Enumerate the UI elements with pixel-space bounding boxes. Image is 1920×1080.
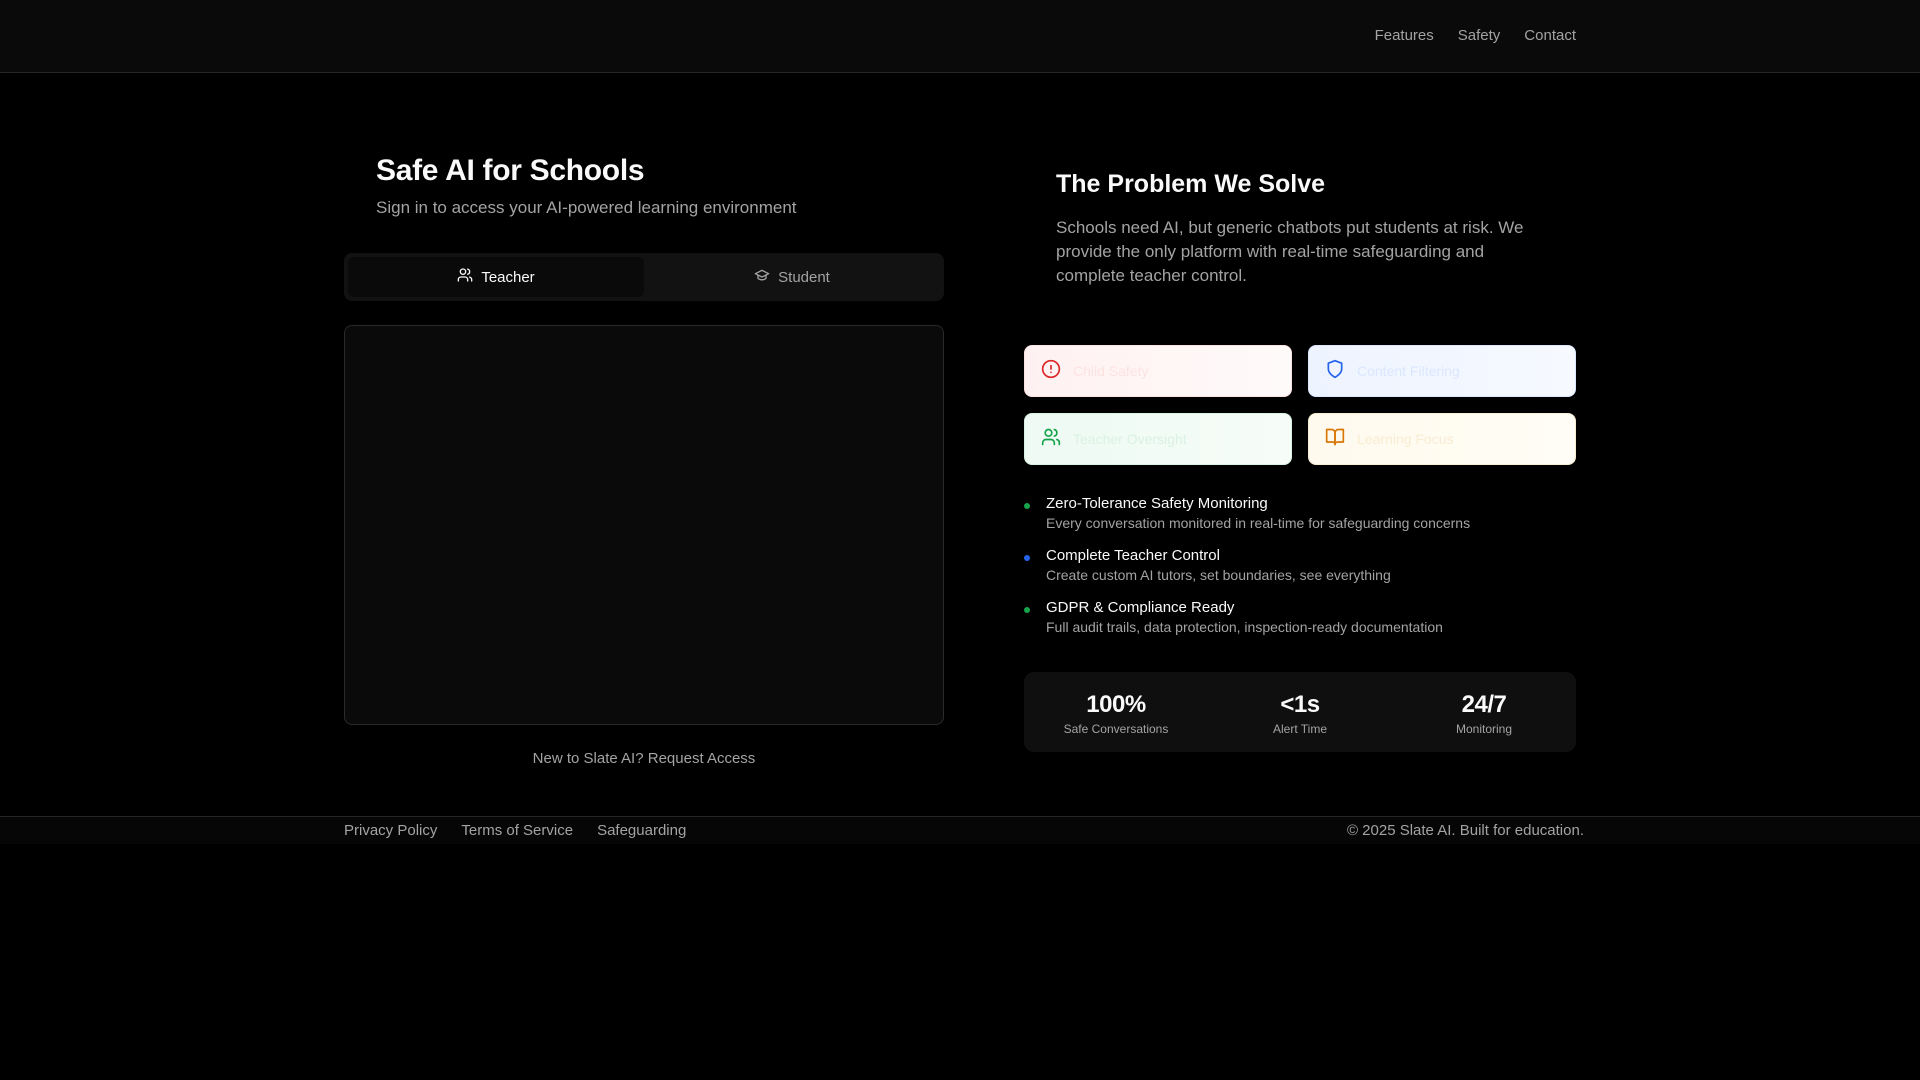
footer-links: Privacy Policy Terms of Service Safeguar… [344,822,686,839]
feature-title: GDPR & Compliance Ready [1046,599,1235,616]
copyright-text: © 2025 Slate AI. Built for education. [1346,822,1584,839]
problem-title: The Problem We Solve [1056,170,1326,198]
shield-icon [1325,359,1345,384]
card-label: Learning Focus [1357,431,1454,447]
page-subtitle: Sign in to access your AI-powered learni… [376,198,797,217]
feature-desc: Create custom AI tutors, set boundaries,… [1046,567,1391,583]
list-item: GDPR & Compliance Ready Full audit trail… [1024,599,1576,643]
main-nav: Features Safety Contact [1375,26,1576,46]
top-header: Features Safety Contact [0,0,1920,73]
stats-panel: 100% Safe Conversations <1s Alert Time 2… [1024,672,1576,752]
feature-desc: Every conversation monitored in real-tim… [1046,515,1471,531]
users-icon [457,267,473,287]
users-icon [1041,427,1061,452]
card-label: Teacher Oversight [1073,431,1187,447]
tab-teacher[interactable]: Teacher [348,257,644,297]
tab-student[interactable]: Student [644,257,940,297]
nav-contact-link[interactable]: Contact [1524,26,1576,46]
stat-value: <1s [1280,691,1320,718]
nav-safety-link[interactable]: Safety [1458,26,1501,46]
footer-terms-link[interactable]: Terms of Service [461,822,573,839]
stat-label: Monitoring [1455,722,1513,736]
sign-in-panel [344,325,944,725]
feature-title: Complete Teacher Control [1046,547,1220,564]
book-open-icon [1325,427,1345,452]
list-item: Complete Teacher Control Create custom A… [1024,547,1576,591]
page-title: Safe AI for Schools [376,154,645,187]
role-tabs: Teacher Student [344,253,944,301]
bullet-dot-icon [1024,607,1030,613]
request-access-link[interactable]: Request Access [648,750,756,767]
request-access-prefix: New to Slate AI? [532,750,644,767]
tab-teacher-label: Teacher [481,268,535,286]
request-access-line: New to Slate AI? Request Access [344,750,944,767]
list-item: Zero-Tolerance Safety Monitoring Every c… [1024,495,1576,539]
alert-circle-icon [1041,359,1061,384]
card-content-filtering: Content Filtering [1308,345,1576,397]
footer-safeguarding-link[interactable]: Safeguarding [597,822,686,839]
app-root: Features Safety Contact Safe AI for Scho… [0,0,1920,1080]
bullet-dot-icon [1024,503,1030,509]
card-learning-focus: Learning Focus [1308,413,1576,465]
stat-label: Alert Time [1272,722,1327,736]
card-label: Child Safety [1073,363,1149,379]
feature-desc: Full audit trails, data protection, insp… [1046,619,1443,635]
tab-student-label: Student [778,268,830,286]
footer-privacy-link[interactable]: Privacy Policy [344,822,437,839]
card-label: Content Filtering [1357,363,1460,379]
graduation-cap-icon [754,267,770,287]
card-child-safety: Child Safety [1024,345,1292,397]
stat-value: 24/7 [1461,691,1507,718]
stat-alert-time: <1s Alert Time [1208,672,1392,752]
page-footer: Privacy Policy Terms of Service Safeguar… [0,816,1920,844]
stat-label: Safe Conversations [1063,722,1169,736]
stat-safe-conversations: 100% Safe Conversations [1024,672,1208,752]
stat-value: 100% [1086,691,1146,718]
feature-title: Zero-Tolerance Safety Monitoring [1046,495,1268,512]
nav-features-link[interactable]: Features [1375,26,1434,46]
card-teacher-oversight: Teacher Oversight [1024,413,1292,465]
bullet-dot-icon [1024,555,1030,561]
problem-text: Schools need AI, but generic chatbots pu… [1056,218,1524,285]
stat-monitoring: 24/7 Monitoring [1392,672,1576,752]
